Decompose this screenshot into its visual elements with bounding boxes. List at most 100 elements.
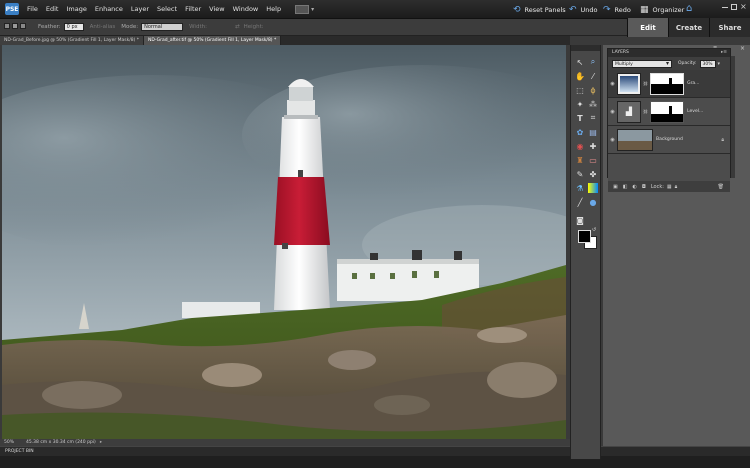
layer-mask-thumbnail[interactable] [650,100,685,123]
menu-edit[interactable]: Edit [46,5,59,13]
foreground-color-swatch-top[interactable] [578,230,591,243]
menu-bar: PSE File Edit Image Enhance Layer Select… [0,0,750,19]
layer-name: Gra... [687,81,700,86]
cookie-cutter-tool-icon[interactable]: ✿ [575,127,585,137]
mode-select[interactable]: Normal [141,23,184,31]
crop-tool-icon[interactable]: ⌗ [588,113,598,123]
new-layer-icon[interactable]: ▣ [613,184,618,190]
undo-icon: ↶ [569,5,577,15]
layers-panel-title: LAYERS [612,50,629,55]
hand-tool-icon[interactable]: ✋ [575,71,585,81]
reset-panels-label: Reset Panels [524,6,566,14]
gradient-thumbnail [617,72,641,95]
doc-tab-after[interactable]: ND-Grad_after.tif @ 50% (Gradient Fill 1… [144,36,282,45]
visibility-eye-icon[interactable]: ◉ [608,137,617,143]
eraser-tool-icon[interactable]: ▭ [588,155,598,165]
brush-tool-icon[interactable]: ✎ [575,169,585,179]
collapse-icon[interactable]: ▸≡ [721,49,727,57]
maximize-icon[interactable] [731,4,737,10]
layer-row-gradient[interactable]: ◉ ⛓ Gra... [608,70,730,98]
layer-mask-thumbnail[interactable] [650,72,685,95]
opacity-slider-icon[interactable]: ▾ [718,61,721,67]
status-bar: 50% 45.38 cm x 30.34 cm (240 ppi) ▸ [0,439,570,446]
layers-empty-area [608,154,730,181]
menu-file[interactable]: File [27,5,38,13]
background-thumbnail [617,128,653,151]
menu-filter[interactable]: Filter [185,5,201,13]
project-bin-bar[interactable]: PROJECT BIN [0,446,750,456]
home-icon[interactable]: ⌂ [686,3,698,15]
chevron-right-icon[interactable]: ▸ [100,440,102,445]
bottom-strip [0,456,750,468]
menu-image[interactable]: Image [66,5,86,13]
new-group-icon[interactable]: ◧ [623,184,628,190]
type-tool-icon[interactable]: T [575,113,585,123]
undo-button[interactable]: ↶ Undo [569,5,598,15]
selection-mode-icons[interactable] [4,23,32,31]
antialias-checkbox[interactable]: Anti-alias [90,24,116,30]
visibility-eye-icon[interactable]: ◉ [608,81,617,87]
blur-tool-icon[interactable]: ╱ [575,197,585,207]
lock-label: Lock: [650,183,664,190]
gradient-tool-icon[interactable] [588,183,598,193]
mode-label: Mode: [121,24,139,30]
visibility-eye-icon[interactable]: ◉ [608,109,617,115]
document-tabs: ND-Grad_Before.jpg @ 50% (Gradient Fill … [0,36,570,45]
zoom-level[interactable]: 50% [4,440,14,445]
layers-panel: LAYERS ▸≡ Multiply Opacity: 30% ▾ ◉ ⛓ Gr… [607,48,731,192]
blend-mode-select[interactable]: Multiply [612,59,672,68]
menu-window[interactable]: Window [233,5,259,13]
layer-row-background[interactable]: ◉ Background 🔒︎ [608,126,730,154]
marquee-tool-icon[interactable]: ⬚ [575,85,585,95]
smart-brush-tool-icon[interactable]: ✤ [588,169,598,179]
layers-footer: ▣ ◧ ◐ ◘ Lock: ▦ 🔒︎ 🗑︎ [608,181,730,192]
arrange-layout-button[interactable] [295,4,310,14]
organizer-button[interactable]: ▦ Organizer [640,5,684,15]
reset-panels-button[interactable]: ⟲ Reset Panels [513,5,566,15]
lock-all-icon[interactable]: 🔒︎ [675,184,678,190]
swap-colors-icon[interactable]: ↺ [592,227,596,233]
lock-transparent-icon[interactable]: ▦ [667,184,672,190]
layer-row-levels[interactable]: ◉ ▟ ⛓ Level... [608,98,730,126]
eyedropper-tool-icon[interactable]: ⁄ [588,71,598,81]
tab-create[interactable]: Create [668,18,709,37]
close-icon[interactable]: × [740,2,747,11]
layers-panel-header: LAYERS ▸≡ [608,49,730,57]
magic-wand-tool-icon[interactable]: ⁂ [588,99,598,109]
mask-icon[interactable]: ◘ [642,184,646,190]
chevron-down-icon[interactable]: ▾ [311,6,314,13]
lighthouse-photo [2,45,566,439]
menu-help[interactable]: Help [266,5,281,13]
sponge-tool-icon[interactable]: ● [588,197,598,207]
healing-brush-tool-icon[interactable]: ✚ [588,141,598,151]
feather-input[interactable]: 0 px [63,23,84,31]
camera-icon[interactable]: ◙ [575,215,585,225]
app-window: PSE File Edit Image Enhance Layer Select… [0,0,750,468]
tab-share[interactable]: Share [709,18,750,37]
red-eye-tool-icon[interactable]: ◉ [575,141,585,151]
zoom-tool-icon[interactable]: ⌕ [588,57,598,67]
clone-stamp-tool-icon[interactable]: ♜ [575,155,585,165]
minimize-icon[interactable] [722,5,728,8]
panel-close-icon[interactable]: × [740,45,745,52]
redo-label: Redo [614,6,631,14]
redo-button[interactable]: ↷ Redo [603,5,631,15]
menu-select[interactable]: Select [157,5,177,13]
quick-selection-tool-icon[interactable]: ✦ [575,99,585,109]
tab-edit[interactable]: Edit [627,18,668,37]
lasso-tool-icon[interactable]: ϕ [588,85,598,95]
adjustment-layer-icon[interactable]: ◐ [632,184,636,190]
layers-scrollbar[interactable] [731,56,735,178]
move-tool-icon[interactable]: ↖ [575,57,585,67]
layer-name: Level... [687,109,704,114]
straighten-tool-icon[interactable]: ▤ [588,127,598,137]
app-logo: PSE [5,3,19,15]
menu-layer[interactable]: Layer [131,5,149,13]
image-canvas[interactable] [2,45,566,439]
opacity-input[interactable]: 30% [699,59,716,68]
menu-enhance[interactable]: Enhance [95,5,123,13]
paint-bucket-tool-icon[interactable]: ⚗ [575,183,585,193]
menu-view[interactable]: View [209,5,224,13]
doc-tab-before[interactable]: ND-Grad_Before.jpg @ 50% (Gradient Fill … [0,36,145,45]
delete-layer-icon[interactable]: 🗑︎ [718,184,724,190]
